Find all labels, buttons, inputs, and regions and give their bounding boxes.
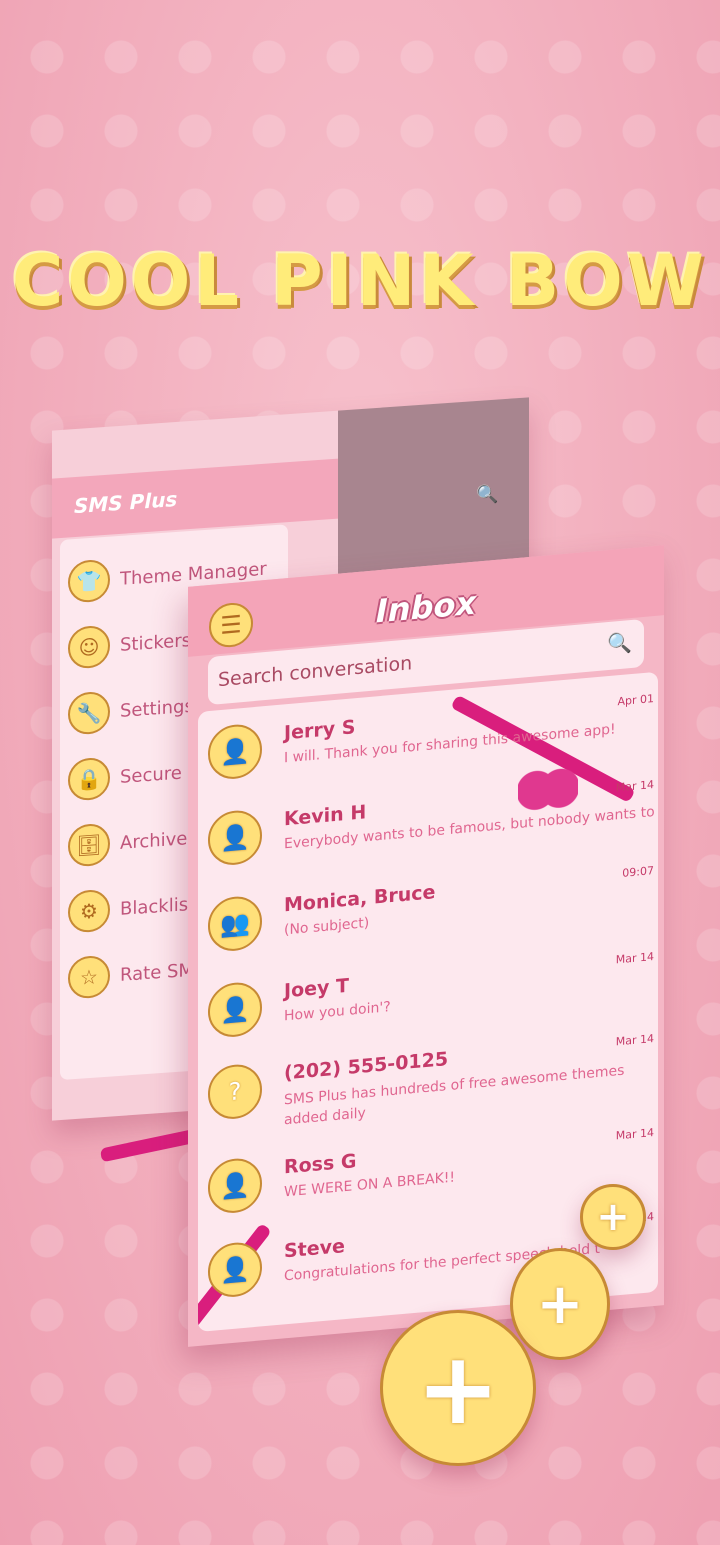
message-date: 09:07: [622, 864, 654, 880]
shirt-icon: 👕: [68, 558, 110, 604]
message-date: Apr 01: [617, 692, 654, 709]
archive-icon: 🗄: [68, 822, 110, 868]
message-date: Mar 14: [615, 950, 654, 967]
search-icon[interactable]: 🔍: [607, 630, 632, 656]
compose-button-large[interactable]: +: [510, 1248, 610, 1360]
sticker-icon: ☺: [68, 624, 110, 670]
message-date: Mar 14: [615, 1032, 654, 1049]
plus-icon: +: [596, 1194, 630, 1240]
avatar-icon: 👤: [208, 980, 262, 1040]
avatar-icon: 👤: [208, 722, 262, 782]
plus-icon: +: [416, 1329, 500, 1447]
group-avatar-icon: 👥: [208, 894, 262, 954]
contact-name: Steve: [284, 1235, 345, 1263]
compose-button-xlarge[interactable]: +: [380, 1310, 536, 1466]
avatar-icon: 👤: [208, 808, 262, 868]
unknown-contact-icon: ?: [208, 1062, 262, 1122]
contact-name: Joey T: [284, 974, 349, 1003]
search-icon: 🔍: [476, 483, 499, 507]
plus-icon: +: [536, 1271, 584, 1337]
contact-name: Jerry S: [284, 716, 356, 745]
promo-headline: COOL PINK BOW: [12, 240, 708, 322]
avatar-icon: 👤: [208, 1240, 262, 1300]
message-date: Mar 14: [615, 1126, 654, 1143]
star-icon: ☆: [68, 954, 110, 1000]
contact-name: Ross G: [284, 1150, 357, 1179]
avatar-icon: 👤: [208, 1156, 262, 1216]
wrench-icon: 🔧: [68, 690, 110, 736]
blacklist-icon: ⚙: [68, 888, 110, 934]
compose-button[interactable]: +: [580, 1184, 646, 1250]
contact-name: Kevin H: [284, 801, 367, 831]
lock-icon: 🔒: [68, 756, 110, 802]
message-date: Mar 14: [615, 778, 654, 795]
